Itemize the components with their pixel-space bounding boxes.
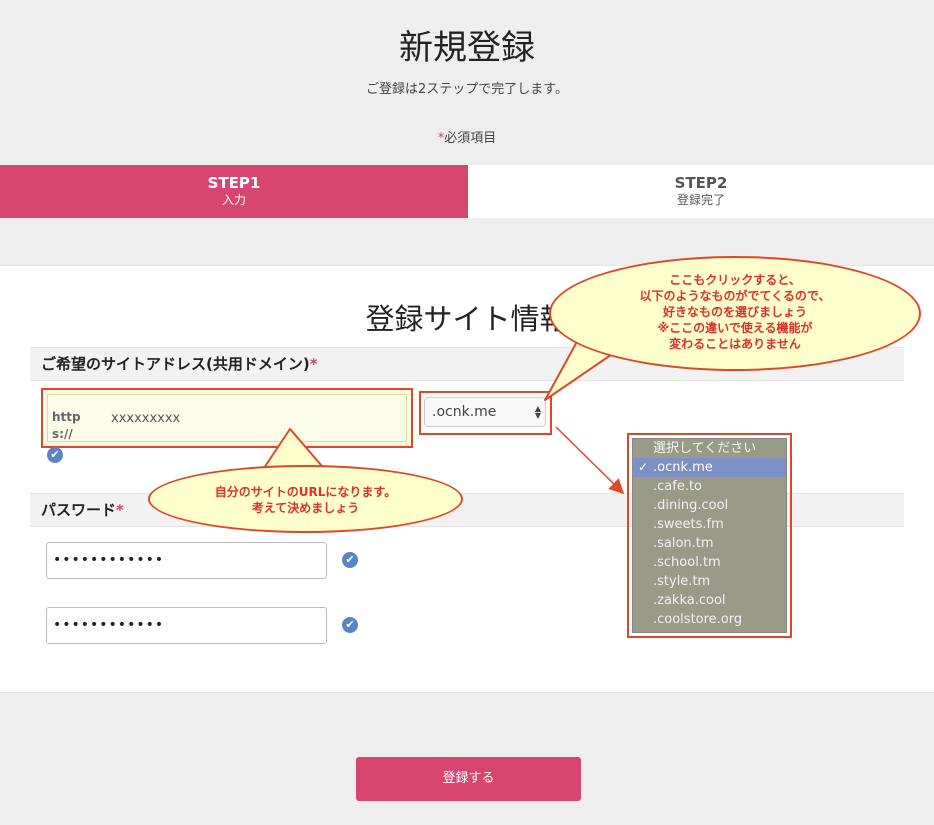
password-required-star: *: [116, 501, 124, 519]
domain-note-line: 変わることはありません: [669, 337, 801, 351]
site-address-valid-icon: ✔: [47, 447, 63, 463]
page-subtitle: ご登録は2ステップで完了します。: [366, 82, 568, 97]
domain-select[interactable]: .ocnk.me ▲ ▼: [424, 397, 546, 427]
dropdown-option-selected[interactable]: ✓ .ocnk.me: [633, 458, 786, 477]
domain-select-highlight: .ocnk.me ▲ ▼: [419, 391, 552, 435]
url-note-line: 自分のサイトのURLになります。: [214, 485, 397, 499]
domain-dropdown-list: 選択してください ✓ .ocnk.me .cafe.to .dining.cool…: [632, 438, 787, 633]
password-confirm-valid-icon: ✔: [342, 617, 358, 633]
required-label: 必須項目: [444, 131, 497, 146]
step-2: STEP2 登録完了: [468, 165, 934, 218]
step-1-label: 入力: [221, 193, 246, 207]
site-address-highlight: https:// xxxxxxxxx: [41, 388, 413, 448]
register-button[interactable]: 登録する: [356, 757, 581, 801]
domain-note-line: 以下のようなものがでてくるので、: [639, 289, 831, 303]
password-valid-icon: ✔: [342, 552, 358, 568]
step-indicator: STEP1 入力 STEP2 登録完了: [0, 165, 934, 218]
dropdown-option[interactable]: .dining.cool: [633, 496, 786, 515]
dropdown-placeholder[interactable]: 選択してください: [633, 439, 786, 458]
password-label: パスワード: [41, 501, 117, 519]
updown-arrows-icon: ▲ ▼: [534, 404, 541, 420]
site-address-required-star: *: [309, 355, 318, 373]
password-input[interactable]: ••••••••••••: [46, 542, 327, 579]
domain-note-line: ※ここの違いで使える機能が: [657, 321, 813, 335]
step-1-name: STEP1: [207, 174, 261, 192]
dropdown-option[interactable]: .zakka.cool: [633, 591, 786, 610]
domain-note-bubble: ここもクリックすると、 以下のようなものがでてくるので、 好きなものを選びましょ…: [549, 256, 921, 371]
domain-note-line: ここもクリックすると、: [669, 273, 801, 287]
dropdown-option[interactable]: .cafe.to: [633, 477, 786, 496]
url-prefix: https://: [52, 410, 81, 441]
url-note-line: 考えて決めましょう: [251, 501, 360, 515]
domain-select-value: .ocnk.me: [432, 404, 497, 420]
option-label: .ocnk.me: [653, 460, 713, 475]
domain-note-line: 好きなものを選びましょう: [662, 305, 807, 319]
page-title: 新規登録: [399, 28, 535, 68]
required-note: *必須項目: [0, 127, 934, 146]
site-address-label: ご希望のサイトアドレス(共用ドメイン): [41, 355, 310, 373]
dropdown-option[interactable]: .coolstore.org: [633, 610, 786, 629]
step-1: STEP1 入力: [0, 165, 468, 218]
dropdown-option[interactable]: .style.tm: [633, 572, 786, 591]
dropdown-option[interactable]: .school.tm: [633, 553, 786, 572]
step-2-label: 登録完了: [676, 193, 725, 207]
domain-dropdown-highlight: 選択してください ✓ .ocnk.me .cafe.to .dining.cool…: [627, 433, 792, 638]
dropdown-option[interactable]: .sweets.fm: [633, 515, 786, 534]
step-2-name: STEP2: [674, 174, 728, 192]
dropdown-option[interactable]: .salon.tm: [633, 534, 786, 553]
check-icon: ✓: [638, 460, 649, 474]
password-confirm-input[interactable]: ••••••••••••: [46, 607, 327, 644]
url-note-bubble: 自分のサイトのURLになります。 考えて決めましょう: [148, 465, 463, 533]
site-address-value: xxxxxxxxx: [111, 411, 181, 426]
site-address-input[interactable]: https:// xxxxxxxxx: [47, 394, 407, 442]
